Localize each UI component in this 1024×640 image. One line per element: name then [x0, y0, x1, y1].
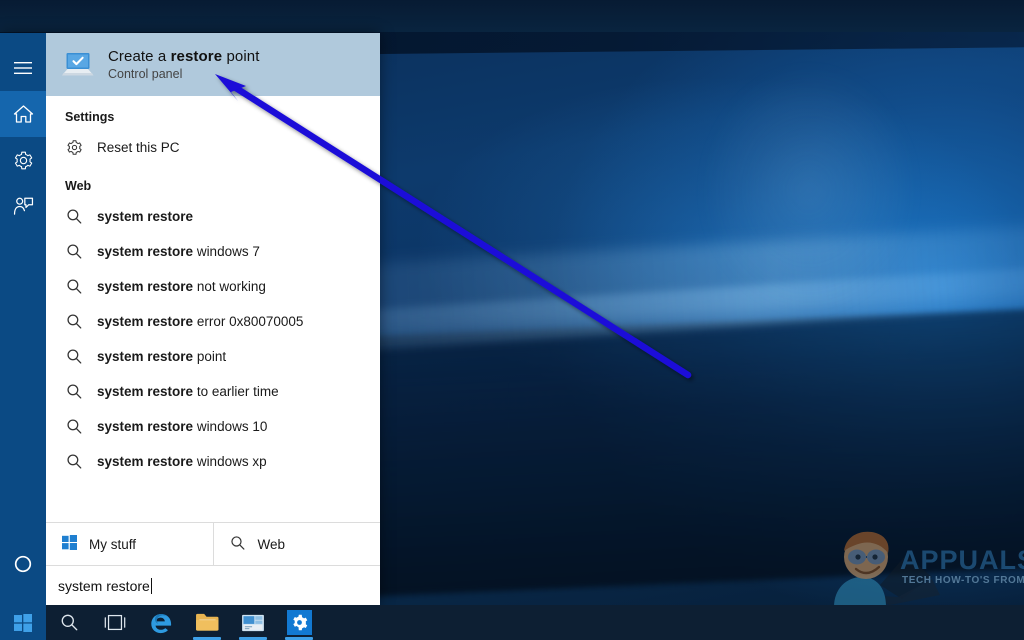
search-icon	[65, 278, 83, 296]
web-suggestion-0[interactable]: system restore	[46, 199, 380, 234]
task-view-button[interactable]	[92, 605, 138, 640]
edge-icon	[150, 614, 171, 634]
top-result-subtitle: Control panel	[108, 67, 183, 81]
folder-icon	[195, 613, 218, 631]
cortana-circle-icon	[14, 555, 32, 573]
wallpaper-wisp	[614, 40, 1004, 340]
file-explorer-button[interactable]	[184, 605, 230, 640]
watermark-tagline: TECH HOW-TO'S FROM	[902, 575, 1024, 586]
edge-button[interactable]	[138, 605, 184, 640]
web-suggestion-label: system restore point	[97, 349, 227, 364]
web-suggestion-2[interactable]: system restore not working	[46, 269, 380, 304]
search-icon	[65, 383, 83, 401]
search-panel-rail	[0, 33, 46, 605]
search-input[interactable]: system restore	[46, 566, 380, 605]
store-button[interactable]	[230, 605, 276, 640]
web-suggestion-label: system restore	[97, 209, 194, 224]
search-results-area: Settings Reset this PC Web system restor…	[46, 96, 380, 522]
home-icon	[13, 105, 33, 123]
web-suggestion-7[interactable]: system restore windows xp	[46, 444, 380, 479]
restore-point-laptop-icon	[58, 46, 96, 84]
tab-web[interactable]: Web	[212, 523, 381, 565]
sidebar-item-settings[interactable]	[0, 137, 46, 183]
appuals-watermark: APPUALS TECH HOW-TO'S FROM	[828, 515, 1024, 607]
web-suggestion-6[interactable]: system restore windows 10	[46, 409, 380, 444]
store-icon	[242, 614, 264, 631]
windows-logo-icon	[14, 613, 32, 632]
watermark-title: APPUALS	[900, 545, 1024, 575]
hamburger-icon	[14, 62, 32, 74]
search-icon	[65, 453, 83, 471]
screen: APPUALS TECH HOW-TO'S FROM Create a rest…	[0, 0, 1024, 640]
tab-label: Web	[257, 536, 286, 552]
search-input-value: system restore	[58, 577, 150, 594]
text-cursor	[150, 577, 152, 594]
section-header-settings: Settings	[65, 110, 115, 124]
hamburger-menu-button[interactable]	[0, 45, 46, 91]
search-button[interactable]	[46, 605, 92, 640]
wallpaper-top-strip	[0, 0, 1024, 32]
sidebar-item-feedback[interactable]	[0, 183, 46, 229]
search-icon	[65, 313, 83, 331]
task-view-icon	[104, 614, 126, 631]
search-panel-tabbar: My stuff Web	[46, 522, 380, 566]
web-suggestion-label: system restore windows xp	[97, 454, 267, 469]
web-suggestion-label: system restore to earlier time	[97, 384, 279, 399]
tab-label: My stuff	[89, 536, 137, 552]
web-suggestion-label: system restore error 0x80070005	[97, 314, 304, 329]
top-result-create-restore-point[interactable]: Create a restore point Control panel	[46, 33, 380, 96]
search-icon	[61, 614, 77, 631]
settings-button[interactable]	[276, 605, 322, 640]
search-icon	[65, 243, 83, 261]
top-result-text: Create a restore point Control panel	[108, 48, 259, 81]
tab-my-stuff[interactable]: My stuff	[46, 523, 213, 565]
sidebar-item-home[interactable]	[0, 91, 46, 137]
search-icon	[65, 348, 83, 366]
search-icon	[65, 418, 83, 436]
search-icon	[65, 208, 83, 226]
web-suggestion-label: system restore windows 10	[97, 419, 268, 434]
gear-icon	[14, 151, 32, 169]
web-suggestion-1[interactable]: system restore windows 7	[46, 234, 380, 269]
top-result-title: Create a restore point	[108, 48, 260, 65]
search-icon	[230, 535, 246, 554]
section-header-web: Web	[65, 179, 92, 193]
web-suggestion-label: system restore windows 7	[97, 244, 260, 259]
web-suggestion-label: system restore not working	[97, 279, 266, 294]
windows-search-panel: Create a restore point Control panel Set…	[0, 33, 380, 605]
cortana-button[interactable]	[0, 541, 46, 587]
list-item-reset-this-pc[interactable]: Reset this PC	[46, 130, 380, 165]
web-suggestion-4[interactable]: system restore point	[46, 339, 380, 374]
windows-logo-icon	[62, 535, 77, 553]
web-suggestion-3[interactable]: system restore error 0x80070005	[46, 304, 380, 339]
web-suggestion-5[interactable]: system restore to earlier time	[46, 374, 380, 409]
gear-icon	[292, 614, 307, 631]
feedback-person-icon	[13, 197, 33, 215]
search-panel-body: Create a restore point Control panel Set…	[46, 33, 380, 605]
taskbar	[0, 605, 1024, 640]
start-button[interactable]	[0, 605, 46, 640]
list-item-label: Reset this PC	[97, 140, 180, 155]
gear-icon	[65, 139, 83, 157]
